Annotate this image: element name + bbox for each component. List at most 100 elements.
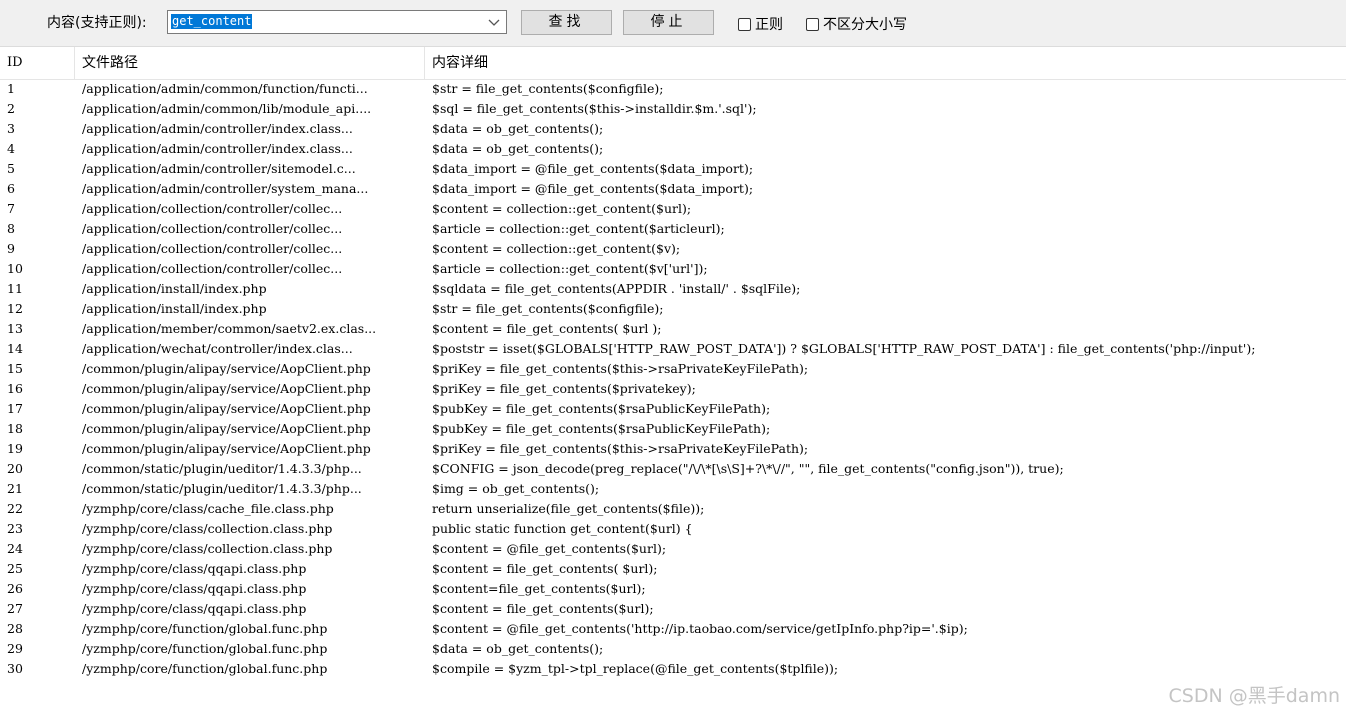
row-id-cell: 28 [7, 621, 23, 636]
table-header: ID 文件路径 内容详细 [0, 47, 1346, 80]
find-button[interactable]: 查找 [521, 10, 612, 35]
row-detail-cell: $article = collection::get_content($arti… [432, 221, 725, 236]
row-path-cell: /common/plugin/alipay/service/AopClient.… [82, 401, 371, 416]
table-row[interactable]: 25/yzmphp/core/class/qqapi.class.php $con… [0, 559, 1346, 579]
row-id-cell: 1 [7, 81, 15, 96]
row-path-cell: /common/plugin/alipay/service/AopClient.… [82, 381, 371, 396]
row-path-cell: /common/plugin/alipay/service/AopClient.… [82, 441, 371, 456]
row-id-cell: 16 [7, 381, 23, 396]
ignore-case-checkbox-box[interactable] [806, 17, 819, 31]
table-row[interactable]: 15/common/plugin/alipay/service/AopClien… [0, 359, 1346, 379]
table-row[interactable]: 17/common/plugin/alipay/service/AopClien… [0, 399, 1346, 419]
row-path-cell: /common/plugin/alipay/service/AopClient.… [82, 361, 371, 376]
row-id-cell: 21 [7, 481, 23, 496]
row-id-cell: 4 [7, 141, 15, 156]
chevron-down-icon[interactable] [487, 14, 501, 30]
table-row[interactable]: 10/application/collection/controller/col… [0, 259, 1346, 279]
row-detail-cell: $data = ob_get_contents(); [432, 121, 604, 136]
table-row[interactable]: 13/application/member/common/saetv2.ex.c… [0, 319, 1346, 339]
table-row[interactable]: 6/application/admin/controller/system_ma… [0, 179, 1346, 199]
table-row[interactable]: 4/application/admin/controller/index.cla… [0, 139, 1346, 159]
row-detail-cell: $img = ob_get_contents(); [432, 481, 600, 496]
table-row[interactable]: 5/application/admin/controller/sitemodel… [0, 159, 1346, 179]
regex-checkbox-label: 正则 [755, 17, 783, 33]
row-path-cell: /application/admin/common/lib/module_api… [82, 101, 372, 116]
row-detail-cell: $pubKey = file_get_contents($rsaPublicKe… [432, 401, 771, 416]
row-detail-cell: return unserialize(file_get_contents($fi… [432, 501, 705, 516]
row-detail-cell: $priKey = file_get_contents($this->rsaPr… [432, 361, 809, 376]
row-path-cell: /yzmphp/core/class/cache_file.class.php [82, 501, 334, 516]
row-detail-cell: $compile = $yzm_tpl->tpl_replace(@file_g… [432, 661, 839, 676]
regex-checkbox[interactable]: 正则 [738, 14, 783, 34]
table-row[interactable]: 20/common/static/plugin/ueditor/1.4.3.3/… [0, 459, 1346, 479]
table-row[interactable]: 9/application/collection/controller/coll… [0, 239, 1346, 259]
table-row[interactable]: 3/application/admin/controller/index.cla… [0, 119, 1346, 139]
row-detail-cell: public static function get_content($url)… [432, 521, 693, 536]
row-id-cell: 2 [7, 101, 15, 116]
table-row[interactable]: 14/application/wechat/controller/index.c… [0, 339, 1346, 359]
row-detail-cell: $sql = file_get_contents($this->installd… [432, 101, 757, 116]
column-header-id[interactable]: ID [0, 47, 74, 79]
row-id-cell: 20 [7, 461, 23, 476]
search-input[interactable]: get_content [167, 10, 507, 34]
row-id-cell: 17 [7, 401, 23, 416]
row-detail-cell: $content = collection::get_content($v); [432, 241, 681, 256]
table-row[interactable]: 1/application/admin/common/function/func… [0, 79, 1346, 99]
row-path-cell: /application/admin/controller/index.clas… [82, 121, 353, 136]
row-detail-cell: $content = @file_get_contents('http://ip… [432, 621, 968, 636]
row-id-cell: 9 [7, 241, 15, 256]
row-id-cell: 19 [7, 441, 23, 456]
column-header-detail[interactable]: 内容详细 [424, 47, 1346, 79]
table-row[interactable]: 16/common/plugin/alipay/service/AopClien… [0, 379, 1346, 399]
table-row[interactable]: 26/yzmphp/core/class/qqapi.class.php $con… [0, 579, 1346, 599]
ignore-case-checkbox[interactable]: 不区分大小写 [806, 14, 907, 34]
row-id-cell: 24 [7, 541, 23, 556]
row-detail-cell: $data_import = @file_get_contents($data_… [432, 161, 754, 176]
row-id-cell: 12 [7, 301, 23, 316]
table-row[interactable]: 30/yzmphp/core/function/global.func.php $… [0, 659, 1346, 679]
table-row[interactable]: 27/yzmphp/core/class/qqapi.class.php $con… [0, 599, 1346, 619]
row-detail-cell: $article = collection::get_content($v['u… [432, 261, 708, 276]
row-detail-cell: $content = file_get_contents( $url); [432, 561, 658, 576]
regex-checkbox-box[interactable] [738, 17, 751, 31]
search-input-value[interactable]: get_content [171, 14, 253, 29]
table-row[interactable]: 24/yzmphp/core/class/collection.class.ph… [0, 539, 1346, 559]
table-row[interactable]: 19/common/plugin/alipay/service/AopClien… [0, 439, 1346, 459]
table-row[interactable]: 28/yzmphp/core/function/global.func.php $… [0, 619, 1346, 639]
table-row[interactable]: 23/yzmphp/core/class/collection.class.ph… [0, 519, 1346, 539]
row-id-cell: 11 [7, 281, 23, 296]
row-path-cell: /application/install/index.php [82, 281, 267, 296]
row-path-cell: /common/static/plugin/ueditor/1.4.3.3/ph… [82, 461, 362, 476]
row-id-cell: 5 [7, 161, 15, 176]
row-id-cell: 14 [7, 341, 23, 356]
row-path-cell: /application/admin/controller/index.clas… [82, 141, 353, 156]
row-id-cell: 10 [7, 261, 23, 276]
row-id-cell: 18 [7, 421, 23, 436]
row-path-cell: /application/admin/controller/sitemodel.… [82, 161, 356, 176]
row-path-cell: /common/static/plugin/ueditor/1.4.3.3/ph… [82, 481, 362, 496]
row-detail-cell: $data_import = @file_get_contents($data_… [432, 181, 754, 196]
table-row[interactable]: 7/application/collection/controller/coll… [0, 199, 1346, 219]
column-header-path[interactable]: 文件路径 [74, 47, 424, 79]
table-row[interactable]: 29/yzmphp/core/function/global.func.php $… [0, 639, 1346, 659]
table-row[interactable]: 8/application/collection/controller/coll… [0, 219, 1346, 239]
row-path-cell: /application/collection/controller/colle… [82, 261, 343, 276]
row-path-cell: /yzmphp/core/function/global.func.php [82, 661, 328, 676]
row-path-cell: /yzmphp/core/function/global.func.php [82, 621, 328, 636]
row-path-cell: /yzmphp/core/class/collection.class.php [82, 541, 333, 556]
table-row[interactable]: 2/application/admin/common/lib/module_ap… [0, 99, 1346, 119]
row-id-cell: 13 [7, 321, 23, 336]
table-row[interactable]: 22/yzmphp/core/class/cache_file.class.ph… [0, 499, 1346, 519]
table-row[interactable]: 21/common/static/plugin/ueditor/1.4.3.3/… [0, 479, 1346, 499]
row-id-cell: 7 [7, 201, 15, 216]
row-detail-cell: $str = file_get_contents($configfile); [432, 81, 664, 96]
row-path-cell: /common/plugin/alipay/service/AopClient.… [82, 421, 371, 436]
row-path-cell: /application/admin/common/function/funct… [82, 81, 368, 96]
table-row[interactable]: 18/common/plugin/alipay/service/AopClien… [0, 419, 1346, 439]
row-detail-cell: $str = file_get_contents($configfile); [432, 301, 664, 316]
table-row[interactable]: 11/application/install/index.php $sqldata… [0, 279, 1346, 299]
row-detail-cell: $content = @file_get_contents($url); [432, 541, 667, 556]
table-row[interactable]: 12/application/install/index.php $str = f… [0, 299, 1346, 319]
row-path-cell: /yzmphp/core/class/collection.class.php [82, 521, 333, 536]
stop-button[interactable]: 停止 [623, 10, 714, 35]
